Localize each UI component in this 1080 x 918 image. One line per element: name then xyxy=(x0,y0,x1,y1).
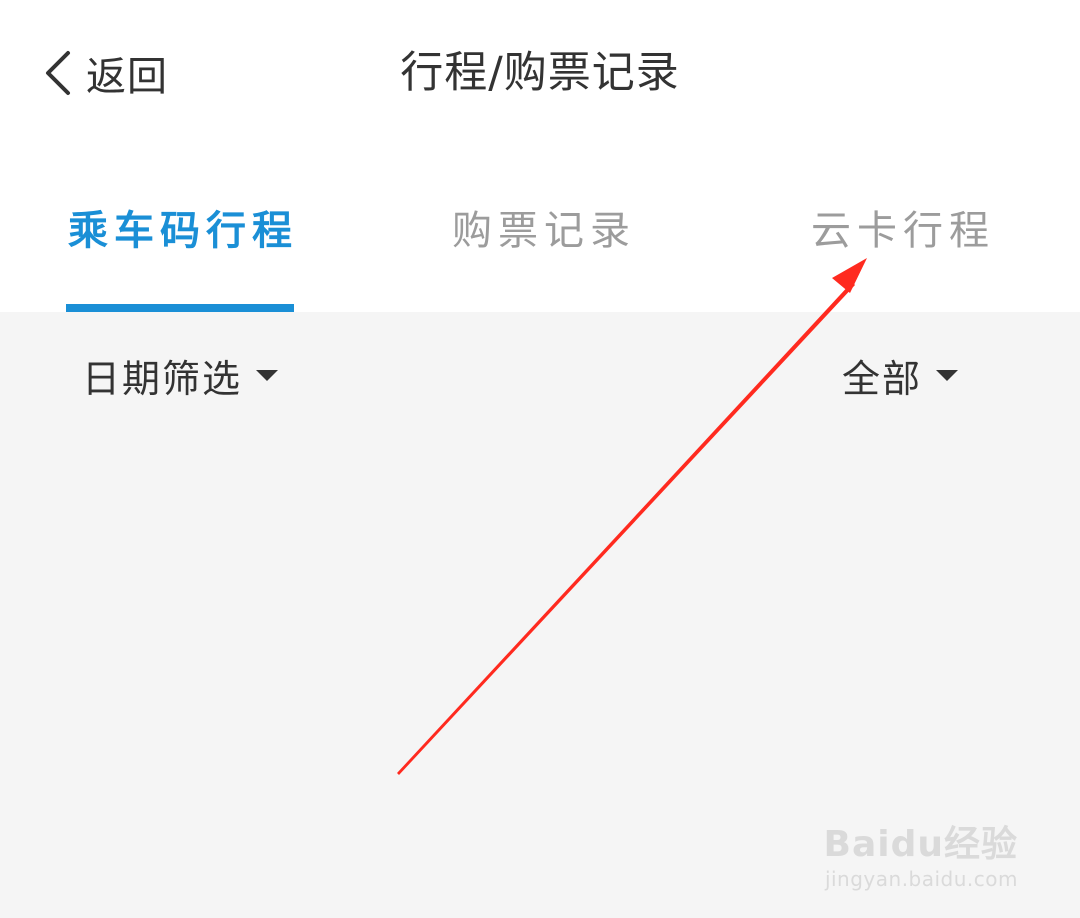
status-filter-label: 全部 xyxy=(842,356,923,401)
back-button[interactable]: 返回 xyxy=(40,40,168,106)
caret-down-icon xyxy=(256,369,279,381)
status-filter-dropdown[interactable]: 全部 xyxy=(842,342,959,408)
date-filter-label: 日期筛选 xyxy=(82,356,243,401)
watermark-url: jingyan.baidu.com xyxy=(824,867,1018,891)
watermark: Baidu经验 jingyan.baidu.com xyxy=(824,824,1018,892)
tab-ride-code-trips[interactable]: 乘车码行程 xyxy=(68,196,298,266)
active-tab-indicator xyxy=(66,304,294,312)
header-panel: 返回 行程/购票记录 乘车码行程 购票记录 云卡行程 xyxy=(0,0,1080,312)
tab-cloud-card-trips[interactable]: 云卡行程 xyxy=(811,196,995,266)
filter-bar: 日期筛选 全部 xyxy=(0,312,1080,432)
chevron-left-icon xyxy=(46,51,70,95)
watermark-logo: Baidu经验 xyxy=(823,824,1018,865)
tab-ticket-purchases[interactable]: 购票记录 xyxy=(452,196,636,266)
caret-down-icon xyxy=(936,369,959,381)
date-filter-dropdown[interactable]: 日期筛选 xyxy=(82,342,279,408)
back-label: 返回 xyxy=(86,54,168,100)
